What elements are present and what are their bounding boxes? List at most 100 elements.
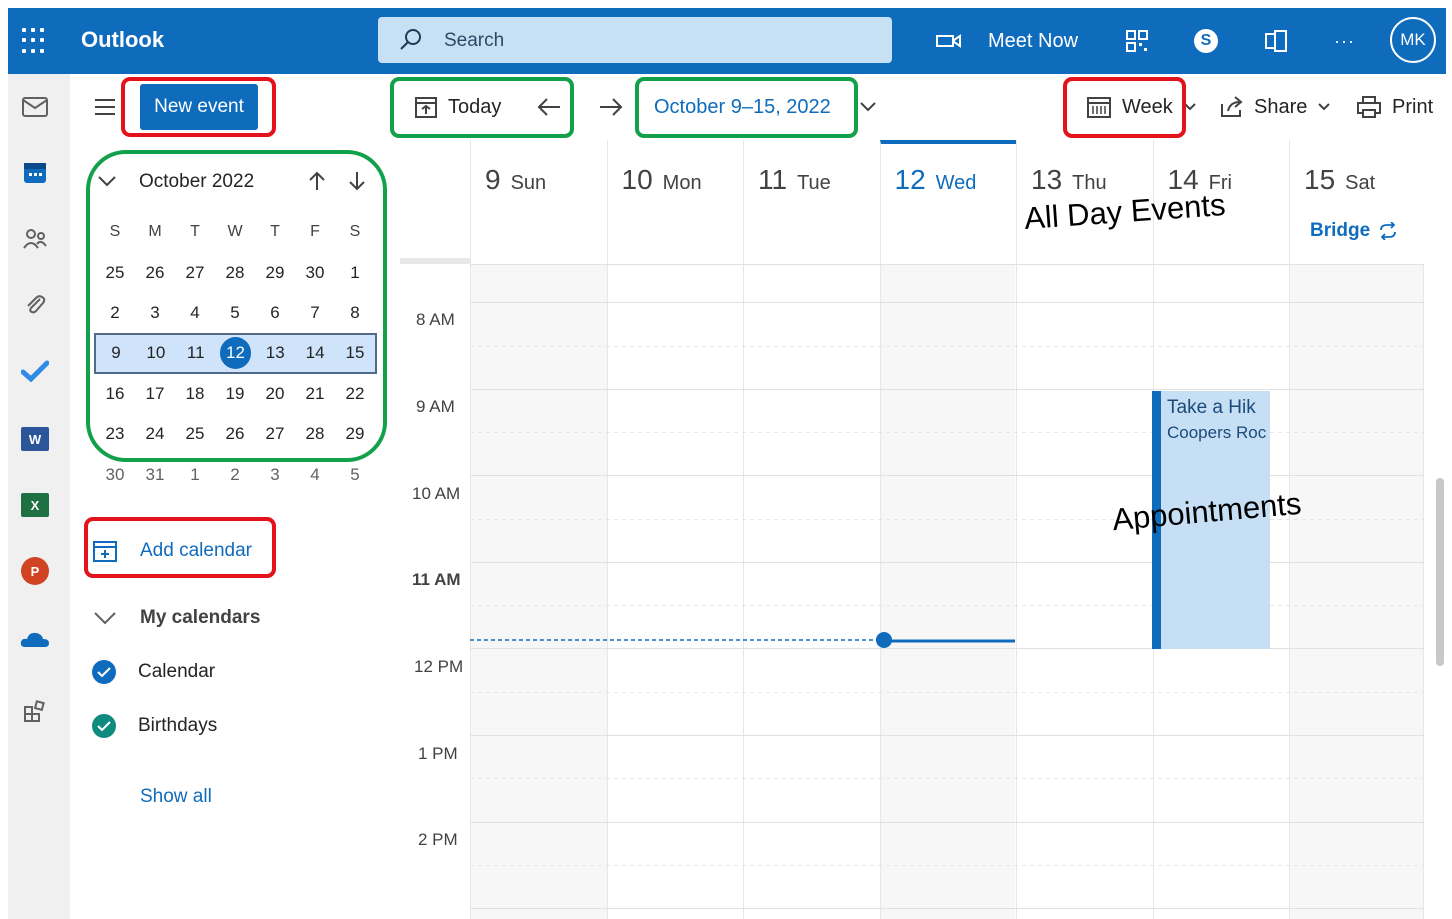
- mini-calendar-day[interactable]: 2: [215, 465, 255, 485]
- annotation-box-view: [1063, 77, 1186, 138]
- selected-day-shade: [880, 264, 1015, 919]
- day-number: 10: [621, 164, 653, 195]
- onedrive-icon[interactable]: [20, 624, 50, 654]
- video-camera-icon: [936, 34, 961, 48]
- day-number: 12: [894, 164, 926, 195]
- hour-line: [470, 822, 1424, 823]
- next-week-arrow-icon[interactable]: [598, 74, 624, 140]
- time-label: 8 AM: [416, 310, 455, 329]
- annotation-box-date-range: [635, 77, 858, 138]
- hour-line: [470, 302, 1424, 303]
- hamburger-menu-icon[interactable]: [94, 98, 116, 116]
- print-button[interactable]: Print: [1356, 74, 1433, 140]
- day-divider: [1289, 264, 1290, 919]
- day-divider: [470, 264, 471, 919]
- time-label: 1 PM: [418, 744, 458, 763]
- half-hour-line: [470, 778, 1424, 779]
- day-name: Tue: [797, 172, 831, 194]
- all-day-event-title: Bridge: [1310, 220, 1371, 241]
- mail-icon[interactable]: [20, 92, 50, 122]
- meet-now-button[interactable]: Meet Now: [936, 8, 1078, 74]
- app-rail: W X P: [8, 74, 70, 919]
- time-label: 9 AM: [416, 397, 455, 416]
- day-divider: [743, 264, 744, 919]
- day-number: 15: [1304, 164, 1336, 195]
- my-calendars-label: My calendars: [140, 607, 261, 628]
- all-day-event[interactable]: Bridge: [1310, 220, 1398, 242]
- powerpoint-icon[interactable]: P: [20, 556, 50, 586]
- chevron-down-icon: [94, 612, 116, 625]
- my-calendars-group[interactable]: My calendars: [92, 607, 260, 629]
- day-header-mon[interactable]: 10 Mon: [606, 140, 744, 264]
- mini-calendar-day[interactable]: 31: [135, 465, 175, 485]
- weekend-shade: [1289, 264, 1424, 919]
- mini-calendar-day[interactable]: 5: [335, 465, 375, 485]
- recurring-icon: [1380, 222, 1397, 240]
- checkmark-icon[interactable]: [92, 714, 116, 738]
- app-launcher-icon[interactable]: [22, 28, 48, 54]
- calendar-item[interactable]: Calendar: [92, 660, 215, 684]
- attachment-icon[interactable]: [20, 290, 50, 320]
- hour-line: [470, 264, 1424, 265]
- qr-code-icon[interactable]: [1126, 8, 1148, 74]
- time-label: 2 PM: [418, 830, 458, 849]
- top-bar: Outlook Search Meet Now S ··· MK: [8, 8, 1446, 74]
- hour-line: [470, 908, 1424, 909]
- word-icon[interactable]: W: [20, 424, 50, 454]
- day-name: Sat: [1345, 172, 1376, 194]
- day-header-wed[interactable]: 12 Wed: [879, 140, 1016, 264]
- time-column-divider: [400, 258, 470, 264]
- scrollbar-thumb[interactable]: [1436, 478, 1444, 666]
- share-button[interactable]: Share: [1220, 74, 1331, 140]
- search-placeholder: Search: [444, 30, 505, 51]
- hour-line: [470, 735, 1424, 736]
- share-icon: [1221, 96, 1243, 117]
- print-label: Print: [1392, 95, 1434, 118]
- calendar-icon[interactable]: [20, 158, 50, 188]
- todo-icon[interactable]: [20, 356, 50, 386]
- skype-icon[interactable]: S: [1194, 8, 1218, 74]
- excel-icon[interactable]: X: [20, 490, 50, 520]
- mini-calendar-day[interactable]: 1: [175, 465, 215, 485]
- hour-line: [470, 562, 1424, 563]
- day-header-sat[interactable]: 15 Sat: [1289, 140, 1426, 264]
- day-divider: [1016, 264, 1017, 919]
- day-number: 11: [758, 164, 788, 195]
- hour-line: [470, 389, 1424, 390]
- day-name: Thu: [1072, 172, 1107, 194]
- half-hour-line: [470, 865, 1424, 866]
- search-box[interactable]: Search: [378, 17, 892, 63]
- more-options-icon[interactable]: ···: [1334, 8, 1355, 74]
- calendar-item-label: Calendar: [138, 661, 216, 682]
- day-header-sun[interactable]: 9 Sun: [470, 140, 607, 264]
- day-header-tue[interactable]: 11 Tue: [743, 140, 880, 264]
- people-icon[interactable]: [20, 224, 50, 254]
- avatar[interactable]: MK: [1390, 17, 1436, 63]
- checkmark-icon[interactable]: [92, 660, 116, 684]
- app-title[interactable]: Outlook: [81, 27, 164, 53]
- half-hour-line: [470, 692, 1424, 693]
- day-name: Mon: [662, 172, 702, 194]
- annotation-box-mini-calendar: [86, 150, 387, 462]
- show-all-link[interactable]: Show all: [140, 786, 212, 808]
- day-divider: [1423, 264, 1424, 919]
- meet-now-label: Meet Now: [988, 29, 1079, 52]
- annotation-box-today: [390, 77, 574, 138]
- more-apps-icon[interactable]: [20, 696, 50, 726]
- office-icon[interactable]: [1264, 8, 1288, 74]
- calendar-item[interactable]: Birthdays: [92, 714, 217, 738]
- time-label: 10 AM: [412, 484, 461, 503]
- day-name: Wed: [935, 172, 977, 194]
- day-divider: [606, 264, 608, 919]
- day-number: 9: [485, 164, 501, 195]
- time-label: 12 PM: [414, 657, 464, 676]
- time-label-current: 11 AM: [412, 570, 461, 589]
- chevron-down-icon: [1318, 103, 1331, 111]
- mini-calendar-day[interactable]: 30: [95, 465, 135, 485]
- current-time-indicator: [470, 632, 1015, 648]
- mini-calendar-day[interactable]: 3: [255, 465, 295, 485]
- mini-calendar-day[interactable]: 4: [295, 465, 335, 485]
- annotation-box-add-calendar: [84, 517, 276, 578]
- day-name: Sun: [510, 172, 547, 194]
- day-number: 13: [1031, 164, 1063, 195]
